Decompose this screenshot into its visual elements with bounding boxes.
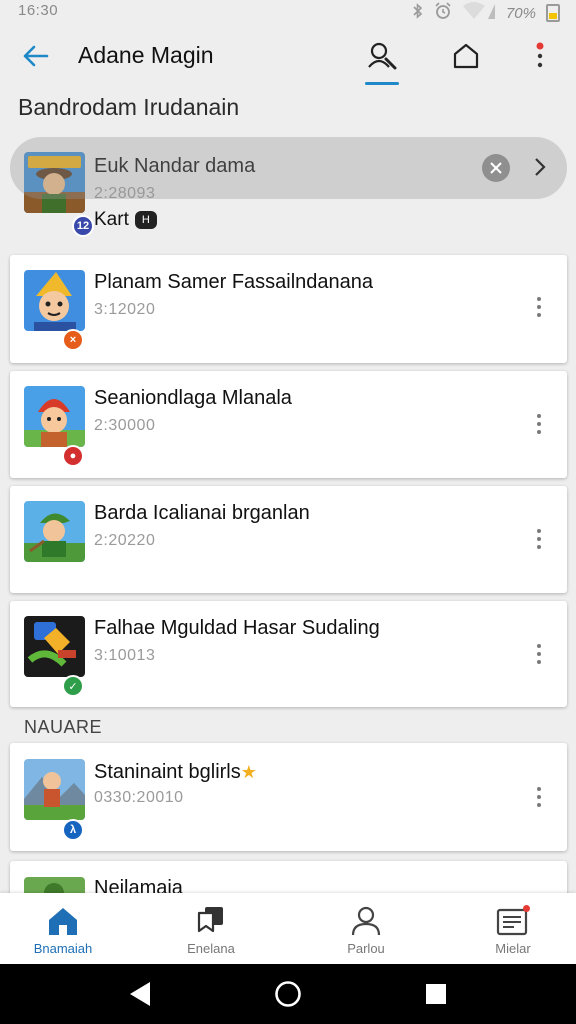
home-icon (453, 43, 479, 69)
item-menu-button[interactable] (529, 292, 549, 322)
game-thumbnail (24, 270, 85, 331)
search-tab-indicator (365, 82, 399, 85)
back-button[interactable] (18, 38, 54, 74)
news-icon (496, 905, 530, 937)
section-label: NAUARE (24, 717, 103, 737)
list-item[interactable]: λ Staninaint bglirls★ 0330:20010 (10, 743, 567, 851)
nav-label: Enelana (187, 941, 235, 956)
game-thumbnail (24, 616, 85, 677)
section-title: Bandrodam Irudanain (18, 94, 240, 120)
list-item[interactable]: Barda Icalianai brganlan 2:20220 (10, 486, 567, 593)
item-subtitle: 2:30000 (94, 417, 156, 434)
app-title: Adane Magin (78, 42, 214, 68)
system-home-button[interactable] (273, 979, 303, 1009)
status-icons: 70% (412, 2, 560, 24)
nav-label: Parlou (347, 941, 385, 956)
item-title-text: Staninaint bglirls (94, 761, 241, 783)
wifi-icon (462, 2, 496, 24)
item-subtitle: 2:20220 (94, 532, 156, 549)
item-title: Falhae Mguldad Hasar Sudaling (94, 617, 380, 639)
item-badge: ● (62, 445, 84, 467)
flag-icon (194, 905, 228, 937)
item-badge: 12 (72, 215, 94, 237)
notification-dot (523, 905, 530, 912)
square-recents-icon (426, 984, 446, 1004)
item-subtitle: 0330:20010 (94, 789, 184, 806)
item-subtitle: 3:12020 (94, 301, 156, 318)
status-bar: 16:30 70% (0, 0, 576, 24)
nav-item-flag[interactable]: Enelana (161, 893, 261, 964)
nav-item-person[interactable]: Parlou (316, 893, 416, 964)
bottom-navigation: Bnamaiah Enelana Parlou Mielar (0, 893, 576, 964)
system-navigation-bar (0, 964, 576, 1024)
game-thumbnail (24, 501, 85, 562)
item-title: Barda Icalianai brganlan (94, 502, 310, 524)
item-menu-button[interactable] (529, 639, 549, 669)
item-extra-label: Kart (94, 209, 129, 230)
arrow-left-icon (23, 45, 49, 67)
more-options-button[interactable] (520, 36, 560, 76)
close-icon (490, 162, 502, 174)
status-time: 16:30 (18, 2, 59, 19)
circle-home-icon (275, 981, 301, 1007)
battery-icon (546, 4, 560, 22)
item-menu-button[interactable] (529, 524, 549, 554)
item-badge: ✓ (62, 675, 84, 697)
nav-label: Mielar (495, 941, 531, 956)
battery-text: 70% (505, 4, 536, 22)
nav-label: Bnamaiah (33, 941, 93, 956)
item-menu-button[interactable] (529, 782, 549, 812)
person-icon (349, 905, 383, 937)
item-title: Planam Samer Fassailndanana (94, 271, 374, 293)
list-item[interactable]: ● Seaniondlaga Mlanala 2:30000 (10, 371, 567, 478)
item-subtitle: 3:10013 (94, 647, 156, 664)
home-button[interactable] (446, 36, 486, 76)
app-bar: Adane Magin (0, 24, 576, 88)
dismiss-button[interactable] (482, 154, 510, 182)
item-tag: H (134, 210, 157, 229)
game-thumbnail (24, 386, 85, 447)
more-vert-icon (536, 42, 544, 68)
nav-item-news[interactable]: Mielar (463, 893, 563, 964)
item-badge: × (62, 329, 84, 351)
list-item[interactable]: × Planam Samer Fassailndanana 3:12020 (10, 255, 567, 363)
search-icon (368, 42, 397, 70)
alarm-icon (434, 2, 452, 24)
item-menu-button[interactable] (529, 409, 549, 439)
list-item[interactable]: ✓ Falhae Mguldad Hasar Sudaling 3:10013 (10, 601, 567, 707)
expand-button[interactable] (528, 152, 552, 182)
item-title: Seaniondlaga Mlanala (94, 387, 292, 409)
chevron-right-icon (535, 158, 546, 176)
system-back-button[interactable] (125, 979, 155, 1009)
nav-item-home[interactable]: Bnamaiah (13, 893, 113, 964)
bluetooth-icon (412, 3, 424, 23)
item-title: Staninaint bglirls★ (94, 761, 257, 784)
star-icon: ★ (240, 762, 257, 782)
system-recents-button[interactable] (421, 979, 451, 1009)
item-extra: Kart H (94, 209, 157, 231)
search-button[interactable] (362, 36, 402, 76)
triangle-back-icon (130, 982, 150, 1006)
item-badge: λ (62, 819, 84, 841)
game-thumbnail (24, 759, 85, 820)
home-icon (46, 905, 80, 937)
